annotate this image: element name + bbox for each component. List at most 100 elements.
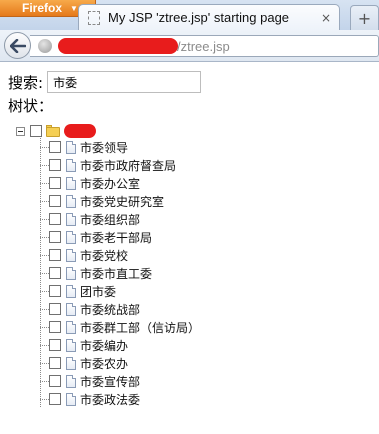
tree-branch-line (40, 218, 49, 220)
tree-node[interactable]: 市委党史研究室 (40, 192, 164, 210)
tree-node[interactable]: 团市委 (40, 282, 116, 300)
tree-branch-line (40, 164, 49, 166)
node-checkbox[interactable] (49, 177, 61, 189)
tree-branch-line (40, 380, 49, 382)
back-arrow-icon (9, 38, 26, 53)
tree-node[interactable]: 市委编办 (40, 336, 128, 354)
node-checkbox[interactable] (49, 159, 61, 171)
node-checkbox[interactable] (49, 231, 61, 243)
tree-node[interactable]: 市委市直工委 (40, 264, 152, 282)
tree-branch-line (40, 146, 49, 148)
tree-branch-line (40, 290, 49, 292)
tree-node[interactable]: 市委领导 (40, 138, 128, 156)
node-checkbox[interactable] (49, 249, 61, 261)
tree-branch-line (40, 398, 49, 400)
tree-branch-line (40, 308, 49, 310)
search-label: 搜索: (8, 73, 44, 92)
tree-node[interactable]: 市委组织部 (40, 210, 140, 228)
node-label[interactable]: 市委老干部局 (80, 229, 152, 246)
tree-branch-line (40, 272, 49, 274)
node-checkbox[interactable] (49, 375, 61, 387)
document-icon (66, 392, 76, 406)
tab-title: My JSP 'ztree.jsp' starting page (108, 10, 290, 25)
redacted-url-host (58, 38, 178, 54)
node-label[interactable]: 市委编办 (80, 337, 128, 354)
new-tab-button[interactable]: + (350, 5, 379, 30)
node-checkbox[interactable] (49, 339, 61, 351)
node-label[interactable]: 市委党史研究室 (80, 193, 164, 210)
url-path: /ztree.jsp (177, 39, 230, 54)
node-label[interactable]: 市委领导 (80, 139, 128, 156)
search-row: 搜索: (8, 71, 202, 93)
tree-branch-line (40, 236, 49, 238)
document-icon (66, 176, 76, 190)
document-icon (66, 248, 76, 262)
tree-branch-line (40, 182, 49, 184)
node-checkbox[interactable] (49, 393, 61, 405)
node-checkbox[interactable] (49, 321, 61, 333)
document-icon (66, 194, 76, 208)
collapse-switch-icon[interactable] (16, 126, 25, 136)
node-checkbox[interactable] (49, 285, 61, 297)
document-icon (66, 284, 76, 298)
node-label[interactable]: 市委统战部 (80, 301, 140, 318)
node-label[interactable]: 市委党校 (80, 247, 128, 264)
node-checkbox[interactable] (49, 195, 61, 207)
tree-branch-line (40, 254, 49, 256)
node-label[interactable]: 团市委 (80, 283, 116, 300)
redacted-root-name (64, 124, 96, 138)
tree-node[interactable]: 市委老干部局 (40, 228, 152, 246)
chevron-down-icon: ▼ (70, 3, 78, 13)
node-label[interactable]: 市委组织部 (80, 211, 140, 228)
back-button[interactable] (4, 32, 31, 59)
firefox-menu-label: Firefox (22, 1, 63, 15)
tree-branch-line (40, 200, 49, 202)
node-label[interactable]: 市委农办 (80, 355, 128, 372)
tree-branch-line (40, 362, 49, 364)
browser-tabstrip: Firefox ▼ My JSP 'ztree.jsp' starting pa… (0, 0, 379, 30)
document-icon (66, 230, 76, 244)
node-label[interactable]: 市委群工部（信访局） (80, 319, 200, 336)
document-icon (66, 338, 76, 352)
folder-open-icon (46, 124, 61, 137)
node-checkbox[interactable] (49, 267, 61, 279)
document-icon (66, 374, 76, 388)
document-icon (66, 302, 76, 316)
document-icon (66, 212, 76, 226)
tree-branch-line (40, 326, 49, 328)
tree-root-node[interactable] (16, 123, 96, 139)
tree-branch-line (40, 344, 49, 346)
node-label[interactable]: 市委办公室 (80, 175, 140, 192)
ztree: 市委领导 市委市政府督查局 市委办公室 市委党史研究室 市委组织部 市委老干部局 市委党校市… (0, 0, 379, 434)
tree-node[interactable]: 市委宣传部 (40, 372, 140, 390)
document-icon (66, 140, 76, 154)
node-checkbox[interactable] (49, 213, 61, 225)
tree-node[interactable]: 市委政法委 (40, 390, 140, 408)
node-label[interactable]: 市委市直工委 (80, 265, 152, 282)
close-icon[interactable]: × (321, 11, 331, 25)
navigation-toolbar: /ztree.jsp (0, 30, 379, 62)
node-checkbox[interactable] (49, 303, 61, 315)
tree-node[interactable]: 市委群工部（信访局） (40, 318, 200, 336)
node-checkbox[interactable] (49, 141, 61, 153)
tree-node[interactable]: 市委农办 (40, 354, 128, 372)
address-bar[interactable]: /ztree.jsp (30, 35, 379, 57)
node-checkbox[interactable] (49, 357, 61, 369)
document-icon (66, 320, 76, 334)
document-icon (66, 356, 76, 370)
browser-tab[interactable]: My JSP 'ztree.jsp' starting page × (78, 4, 340, 30)
node-label[interactable]: 市委市政府督查局 (80, 157, 176, 174)
document-icon (66, 158, 76, 172)
root-checkbox[interactable] (30, 125, 42, 137)
search-input[interactable] (47, 71, 202, 93)
tree-node[interactable]: 市委统战部 (40, 300, 140, 318)
document-icon (66, 266, 76, 280)
globe-icon (38, 39, 52, 53)
node-label[interactable]: 市委宣传部 (80, 373, 140, 390)
node-label[interactable]: 市委政法委 (80, 391, 140, 408)
tree-node[interactable]: 市委办公室 (40, 174, 140, 192)
page-icon (88, 10, 100, 25)
tree-node[interactable]: 市委市政府督查局 (40, 156, 176, 174)
tree-node[interactable]: 市委党校 (40, 246, 128, 264)
tree-label: 树状： (8, 97, 54, 115)
